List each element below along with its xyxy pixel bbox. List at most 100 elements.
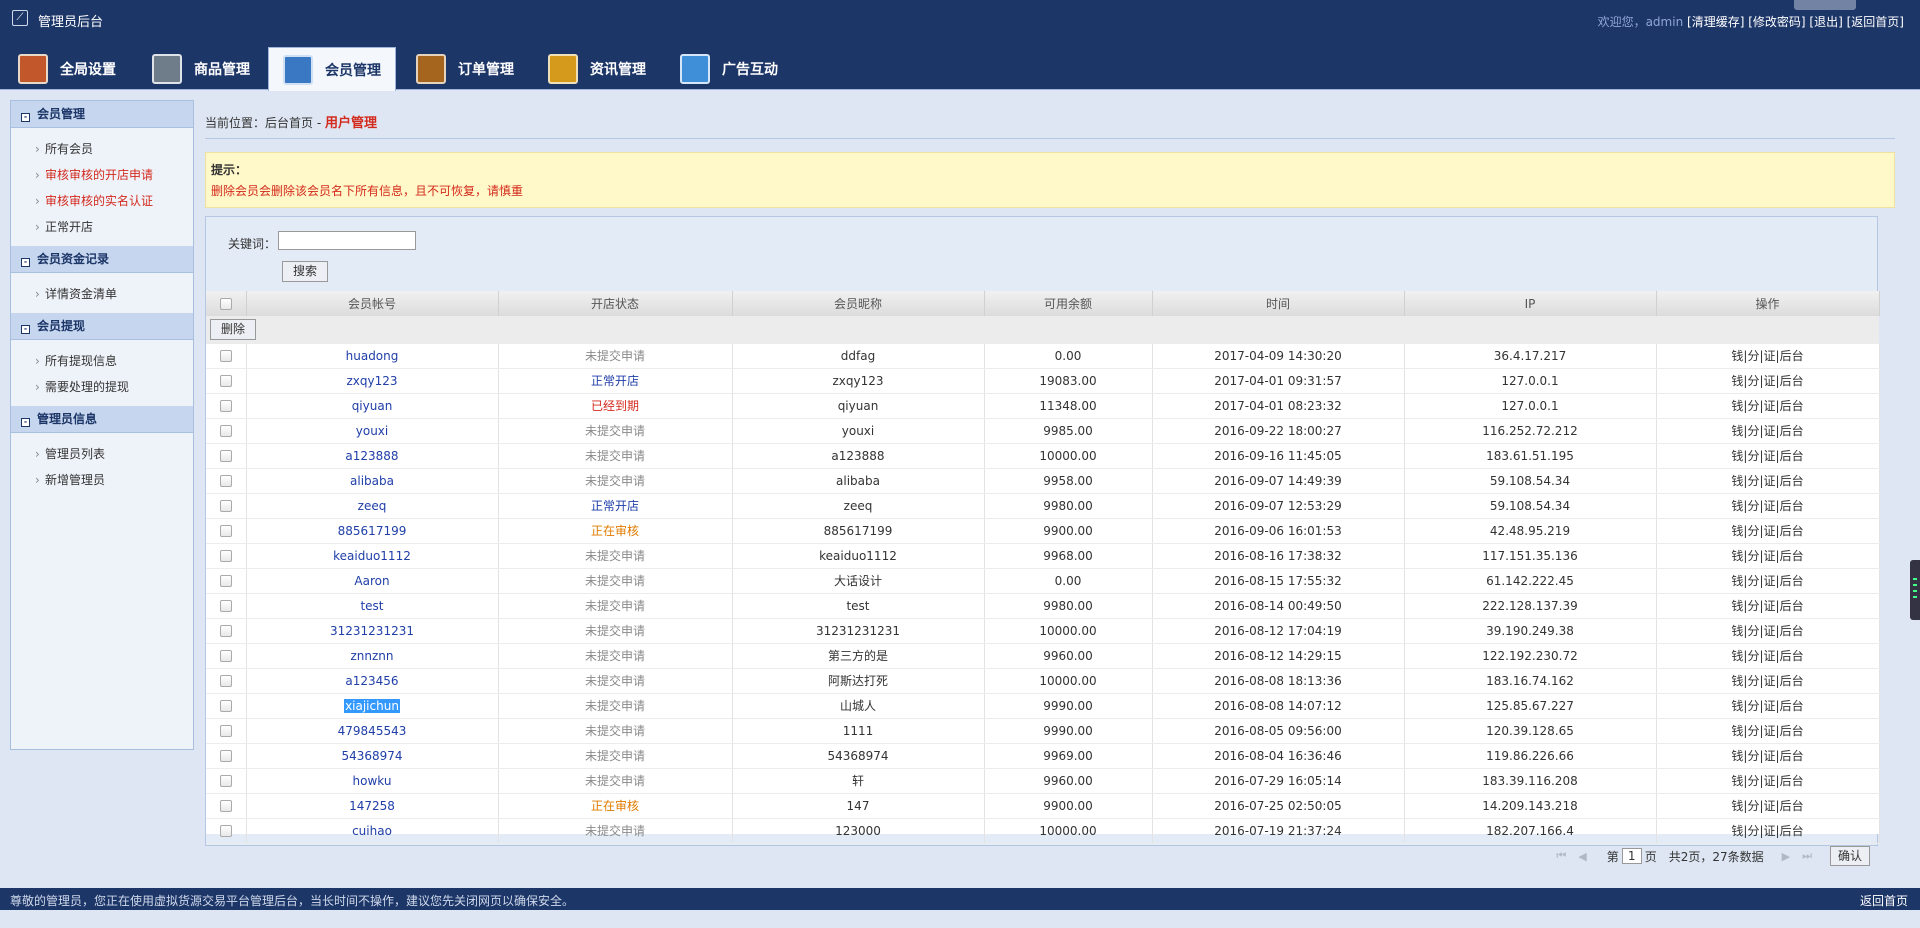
account-cell[interactable]: xiajichun: [246, 693, 499, 719]
sidebar-item-normal-shops[interactable]: 正常开店: [35, 214, 193, 240]
op-link[interactable]: 证: [1764, 624, 1776, 638]
row-checkbox[interactable]: [219, 375, 232, 387]
row-checkbox[interactable]: [219, 575, 232, 587]
op-link[interactable]: 证: [1764, 699, 1776, 713]
column-header[interactable]: 可用余额: [984, 291, 1153, 316]
op-link[interactable]: 后台: [1780, 349, 1804, 363]
sidebar-section-header[interactable]: - 会员资金记录: [11, 246, 193, 273]
account-link[interactable]: a123456: [345, 674, 398, 688]
op-link[interactable]: 后台: [1780, 799, 1804, 813]
op-link[interactable]: 后台: [1780, 374, 1804, 388]
op-link[interactable]: 分: [1747, 549, 1759, 563]
account-cell[interactable]: keaiduo1112: [246, 543, 499, 569]
row-checkbox[interactable]: [219, 700, 232, 712]
row-checkbox[interactable]: [219, 400, 232, 412]
op-link[interactable]: 证: [1764, 724, 1776, 738]
column-header[interactable]: 开店状态: [498, 291, 733, 316]
column-header[interactable]: 操作: [1656, 291, 1880, 316]
op-link[interactable]: 证: [1764, 674, 1776, 688]
account-cell[interactable]: zeeq: [246, 493, 499, 519]
op-link[interactable]: 证: [1764, 499, 1776, 513]
row-checkbox[interactable]: [219, 350, 232, 362]
op-link[interactable]: 分: [1747, 524, 1759, 538]
op-link[interactable]: 后台: [1780, 574, 1804, 588]
tab-order-management[interactable]: 订单管理: [402, 47, 528, 90]
row-checkbox[interactable]: [219, 425, 232, 437]
keyword-input[interactable]: [278, 231, 416, 250]
op-link[interactable]: 后台: [1780, 699, 1804, 713]
account-cell[interactable]: howku: [246, 768, 499, 794]
op-link[interactable]: 分: [1747, 824, 1759, 838]
sidebar-item-all-withdrawals[interactable]: 所有提现信息: [35, 348, 193, 374]
row-checkbox[interactable]: [219, 650, 232, 662]
row-checkbox[interactable]: [219, 475, 232, 487]
delete-button[interactable]: 删除: [210, 318, 256, 340]
row-checkbox[interactable]: [219, 500, 232, 512]
op-link[interactable]: 证: [1764, 474, 1776, 488]
op-link[interactable]: 后台: [1780, 474, 1804, 488]
op-link[interactable]: 钱: [1731, 624, 1743, 638]
sidebar-item-pending-withdrawals[interactable]: 需要处理的提现: [35, 374, 193, 400]
tab-global-settings[interactable]: 全局设置: [4, 47, 130, 90]
op-link[interactable]: 后台: [1780, 724, 1804, 738]
op-link[interactable]: 后台: [1780, 624, 1804, 638]
op-link[interactable]: 分: [1747, 774, 1759, 788]
breadcrumb-home[interactable]: 后台首页: [265, 116, 313, 130]
row-checkbox[interactable]: [219, 450, 232, 462]
op-link[interactable]: 钱: [1731, 674, 1743, 688]
first-page-button[interactable]: ⏮: [1556, 849, 1566, 863]
op-link[interactable]: 证: [1764, 799, 1776, 813]
account-cell[interactable]: youxi: [246, 418, 499, 444]
column-header[interactable]: 会员昵称: [732, 291, 985, 316]
op-link[interactable]: 分: [1747, 424, 1759, 438]
account-link[interactable]: 54368974: [341, 749, 402, 763]
tab-ad-interaction[interactable]: 广告互动: [666, 47, 792, 90]
account-cell[interactable]: huadong: [246, 343, 499, 369]
sidebar-item-admin-list[interactable]: 管理员列表: [35, 441, 193, 467]
tab-member-management[interactable]: 会员管理: [268, 47, 396, 91]
side-scroll-handle[interactable]: [1910, 560, 1920, 620]
account-link[interactable]: znnznn: [350, 649, 393, 663]
op-link[interactable]: 后台: [1780, 424, 1804, 438]
account-link[interactable]: xiajichun: [344, 698, 400, 713]
op-link[interactable]: 钱: [1731, 799, 1743, 813]
op-link[interactable]: 证: [1764, 374, 1776, 388]
account-cell[interactable]: 147258: [246, 793, 499, 819]
row-checkbox[interactable]: [219, 600, 232, 612]
op-link[interactable]: 证: [1764, 574, 1776, 588]
account-cell[interactable]: cuihao: [246, 818, 499, 844]
op-link[interactable]: 钱: [1731, 474, 1743, 488]
account-cell[interactable]: Aaron: [246, 568, 499, 594]
op-link[interactable]: 分: [1747, 449, 1759, 463]
op-link[interactable]: 后台: [1780, 499, 1804, 513]
sidebar-section-header[interactable]: - 会员提现: [11, 313, 193, 340]
account-link[interactable]: keaiduo1112: [333, 549, 411, 563]
op-link[interactable]: 分: [1747, 749, 1759, 763]
account-link[interactable]: alibaba: [350, 474, 394, 488]
op-link[interactable]: 后台: [1780, 649, 1804, 663]
op-link[interactable]: 后台: [1780, 674, 1804, 688]
column-header[interactable]: 会员帐号: [246, 291, 499, 316]
account-cell[interactable]: 54368974: [246, 743, 499, 769]
op-link[interactable]: 分: [1747, 499, 1759, 513]
op-link[interactable]: 钱: [1731, 699, 1743, 713]
op-link[interactable]: 钱: [1731, 649, 1743, 663]
op-link[interactable]: 钱: [1731, 399, 1743, 413]
op-link[interactable]: 后台: [1780, 774, 1804, 788]
op-link[interactable]: 后台: [1780, 449, 1804, 463]
op-link[interactable]: 钱: [1731, 449, 1743, 463]
op-link[interactable]: 钱: [1731, 774, 1743, 788]
op-link[interactable]: 证: [1764, 349, 1776, 363]
sidebar-section-header[interactable]: - 管理员信息: [11, 406, 193, 433]
change-password-link[interactable]: [修改密码]: [1748, 15, 1805, 29]
op-link[interactable]: 证: [1764, 774, 1776, 788]
account-link[interactable]: huadong: [346, 349, 399, 363]
account-link[interactable]: youxi: [356, 424, 388, 438]
account-cell[interactable]: 885617199: [246, 518, 499, 544]
account-link[interactable]: zeeq: [358, 499, 387, 513]
op-link[interactable]: 分: [1747, 624, 1759, 638]
op-link[interactable]: 钱: [1731, 374, 1743, 388]
row-checkbox[interactable]: [219, 775, 232, 787]
select-all-checkbox[interactable]: [219, 298, 232, 310]
op-link[interactable]: 分: [1747, 399, 1759, 413]
